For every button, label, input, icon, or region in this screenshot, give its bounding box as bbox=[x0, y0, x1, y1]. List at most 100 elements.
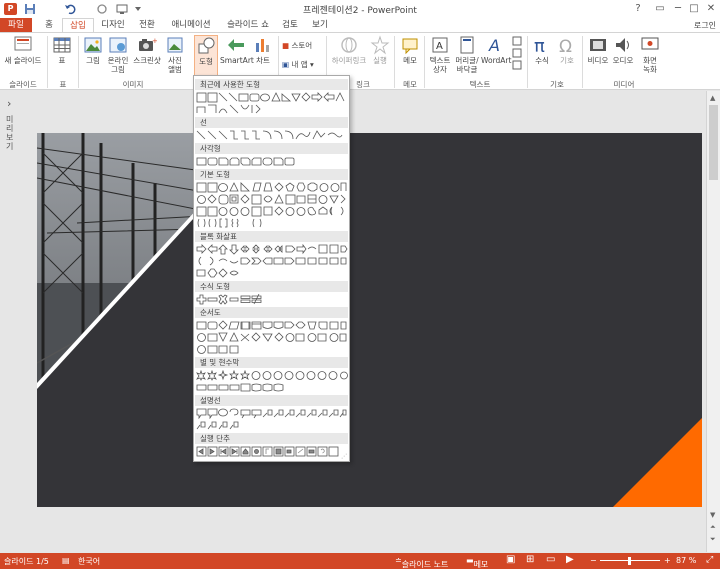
shape-row-callouts-2[interactable] bbox=[196, 420, 348, 431]
flowchart-icons-1[interactable] bbox=[196, 320, 348, 331]
language-indicator[interactable]: 한국어 bbox=[78, 556, 100, 567]
shape-row-arrows-2[interactable] bbox=[196, 256, 348, 267]
basic-shapes-icons-1[interactable] bbox=[196, 182, 348, 193]
tab-insert[interactable]: 삽입 bbox=[62, 18, 94, 33]
hyperlink-button[interactable]: 하이퍼링크 bbox=[330, 35, 368, 65]
wordart-button[interactable]: A WordArt bbox=[481, 35, 511, 65]
tab-home[interactable]: 홈 bbox=[38, 18, 60, 33]
my-apps-button[interactable]: ▣ 내 앱 ▾ bbox=[282, 59, 314, 70]
shape-row-basic-3[interactable] bbox=[196, 206, 348, 217]
action-button-icons[interactable] bbox=[196, 446, 348, 457]
tab-view[interactable]: 보기 bbox=[308, 18, 332, 33]
close-button[interactable]: ✕ bbox=[702, 1, 720, 17]
rectangle-shapes-icons[interactable] bbox=[196, 156, 348, 167]
proofing-icon[interactable]: ▤ bbox=[62, 556, 70, 565]
flowchart-icons-2[interactable] bbox=[196, 332, 348, 343]
shape-row-recent[interactable] bbox=[196, 92, 348, 103]
zoom-in-icon[interactable]: + bbox=[664, 556, 671, 565]
line-shapes-icons[interactable] bbox=[196, 130, 348, 141]
shape-row-stars-1[interactable] bbox=[196, 370, 348, 381]
maximize-button[interactable]: □ bbox=[685, 1, 703, 17]
block-arrow-icons-2[interactable] bbox=[196, 256, 348, 267]
tab-transitions[interactable]: 전환 bbox=[134, 18, 160, 33]
recent-shapes-icons-2[interactable] bbox=[196, 104, 348, 115]
notes-button[interactable]: ≐ 슬라이드 노트 bbox=[395, 556, 448, 569]
tab-slideshow[interactable]: 슬라이드 쇼 bbox=[222, 18, 274, 33]
shape-row-arrows-3[interactable] bbox=[196, 268, 348, 279]
reading-view-icon[interactable]: ▭ bbox=[546, 554, 555, 565]
equation-button[interactable]: π 수식 bbox=[532, 35, 552, 65]
help-button[interactable]: ? bbox=[629, 1, 647, 17]
screen-recording-button[interactable]: 화면 녹화 bbox=[638, 35, 662, 74]
expand-thumbnails-arrow[interactable]: › bbox=[7, 97, 11, 110]
thumbnail-pane-collapsed[interactable]: › 미리 보기 bbox=[0, 91, 22, 552]
video-button[interactable]: 비디오 bbox=[586, 35, 610, 65]
recent-shapes-icons[interactable] bbox=[196, 92, 348, 103]
shape-row-basic-2[interactable] bbox=[196, 194, 348, 205]
audio-button[interactable]: 오디오 bbox=[611, 35, 635, 65]
tab-file[interactable]: 파일 bbox=[0, 18, 32, 33]
store-button[interactable]: ■ 스토어 bbox=[282, 40, 312, 51]
ribbon-display-button[interactable]: ▭ bbox=[651, 1, 669, 17]
sign-in-link[interactable]: 로그인 bbox=[694, 20, 716, 31]
tab-review[interactable]: 검토 bbox=[278, 18, 302, 33]
shape-row-callouts-1[interactable] bbox=[196, 408, 348, 419]
slide-canvas[interactable] bbox=[37, 133, 702, 507]
block-arrow-icons-1[interactable] bbox=[196, 244, 348, 255]
chart-button[interactable]: 차트 bbox=[252, 35, 274, 65]
flowchart-icons-3[interactable] bbox=[196, 344, 348, 355]
shapes-button[interactable]: 도형 bbox=[194, 35, 218, 77]
online-pictures-button[interactable]: 온라인 그림 bbox=[105, 35, 131, 74]
tab-design[interactable]: 디자인 bbox=[98, 18, 128, 33]
smartart-button[interactable]: SmartArt bbox=[220, 35, 254, 65]
shape-row-basic-1[interactable] bbox=[196, 182, 348, 193]
callout-icons-2[interactable] bbox=[196, 420, 348, 431]
shape-row-basic-4[interactable] bbox=[196, 218, 348, 229]
shape-row-flowchart-3[interactable] bbox=[196, 344, 348, 355]
normal-view-icon[interactable]: ▣ bbox=[506, 554, 515, 565]
picture-button[interactable]: 그림 bbox=[82, 35, 104, 65]
basic-shapes-icons-2[interactable] bbox=[196, 194, 348, 205]
slideshow-view-icon[interactable]: ▶ bbox=[566, 554, 574, 565]
previous-slide-icon[interactable]: ⏶ bbox=[710, 523, 716, 532]
tab-animations[interactable]: 애니메이션 bbox=[166, 18, 216, 33]
next-slide-icon[interactable]: ⏷ bbox=[710, 535, 716, 544]
screenshot-button[interactable]: + 스크린샷 bbox=[132, 35, 162, 65]
new-slide-button[interactable]: 새 슬라이드 bbox=[2, 35, 44, 65]
action-button[interactable]: 실행 bbox=[370, 35, 390, 65]
text-small-buttons-icon[interactable] bbox=[512, 36, 522, 72]
basic-shapes-icons-3[interactable] bbox=[196, 206, 348, 217]
textbox-button[interactable]: A 텍스트 상자 bbox=[428, 35, 452, 74]
symbol-button[interactable]: Ω 기호 bbox=[556, 35, 578, 65]
table-button[interactable]: 표 bbox=[51, 35, 73, 65]
shape-row-stars-2[interactable] bbox=[196, 382, 348, 393]
scroll-thumb[interactable] bbox=[709, 105, 718, 180]
zoom-level[interactable]: 87 % bbox=[676, 556, 696, 565]
zoom-out-icon[interactable]: − bbox=[590, 556, 597, 565]
fit-to-window-icon[interactable]: ⤢ bbox=[706, 555, 713, 565]
shape-row-recent-2[interactable] bbox=[196, 104, 348, 115]
vertical-scrollbar[interactable]: ▲ ▼ ⏶ ⏷ bbox=[706, 91, 720, 552]
scroll-down-arrow[interactable]: ▼ bbox=[710, 511, 715, 519]
photo-album-button[interactable]: 사진 앨범 bbox=[163, 35, 187, 74]
comments-button[interactable]: ▬ 메모 bbox=[466, 556, 488, 569]
shape-row-lines[interactable] bbox=[196, 130, 348, 141]
resize-grip-icon[interactable]: ⋰ bbox=[341, 453, 347, 460]
shape-row-equation[interactable] bbox=[196, 294, 348, 305]
star-banner-icons-2[interactable] bbox=[196, 382, 348, 393]
basic-shapes-icons-4[interactable] bbox=[196, 218, 348, 229]
scroll-up-arrow[interactable]: ▲ bbox=[710, 94, 715, 102]
callout-icons-1[interactable] bbox=[196, 408, 348, 419]
zoom-slider-thumb[interactable] bbox=[628, 557, 631, 565]
shape-row-rectangles[interactable] bbox=[196, 156, 348, 167]
shape-row-action-buttons[interactable] bbox=[196, 446, 348, 457]
shape-row-arrows-1[interactable] bbox=[196, 244, 348, 255]
shape-row-flowchart-1[interactable] bbox=[196, 320, 348, 331]
slide-sorter-icon[interactable]: ⊞ bbox=[526, 554, 534, 565]
header-footer-button[interactable]: 머리글/ 바닥글 bbox=[454, 35, 480, 74]
shape-row-flowchart-2[interactable] bbox=[196, 332, 348, 343]
star-banner-icons-1[interactable] bbox=[196, 370, 348, 381]
block-arrow-icons-3[interactable] bbox=[196, 268, 348, 279]
comment-button[interactable]: 메모 bbox=[399, 35, 421, 65]
equation-shape-icons[interactable] bbox=[196, 294, 348, 305]
